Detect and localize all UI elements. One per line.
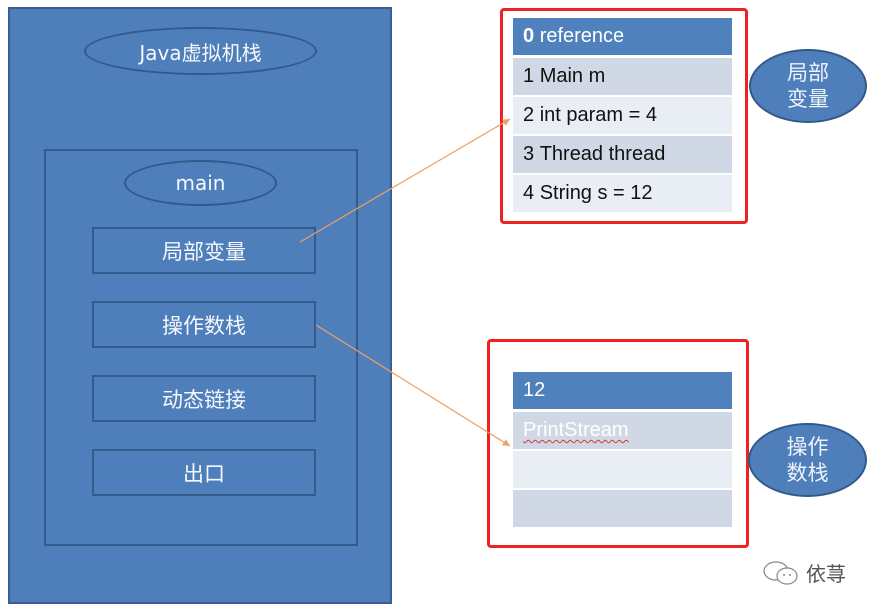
- arrow-to-local-variables: [299, 118, 511, 243]
- connector-arrows: [299, 118, 511, 447]
- arrow-to-operand-stack: [315, 324, 511, 447]
- watermark: 依荨: [762, 558, 846, 587]
- watermark-text: 依荨: [806, 562, 846, 586]
- wechat-icon: [763, 560, 798, 585]
